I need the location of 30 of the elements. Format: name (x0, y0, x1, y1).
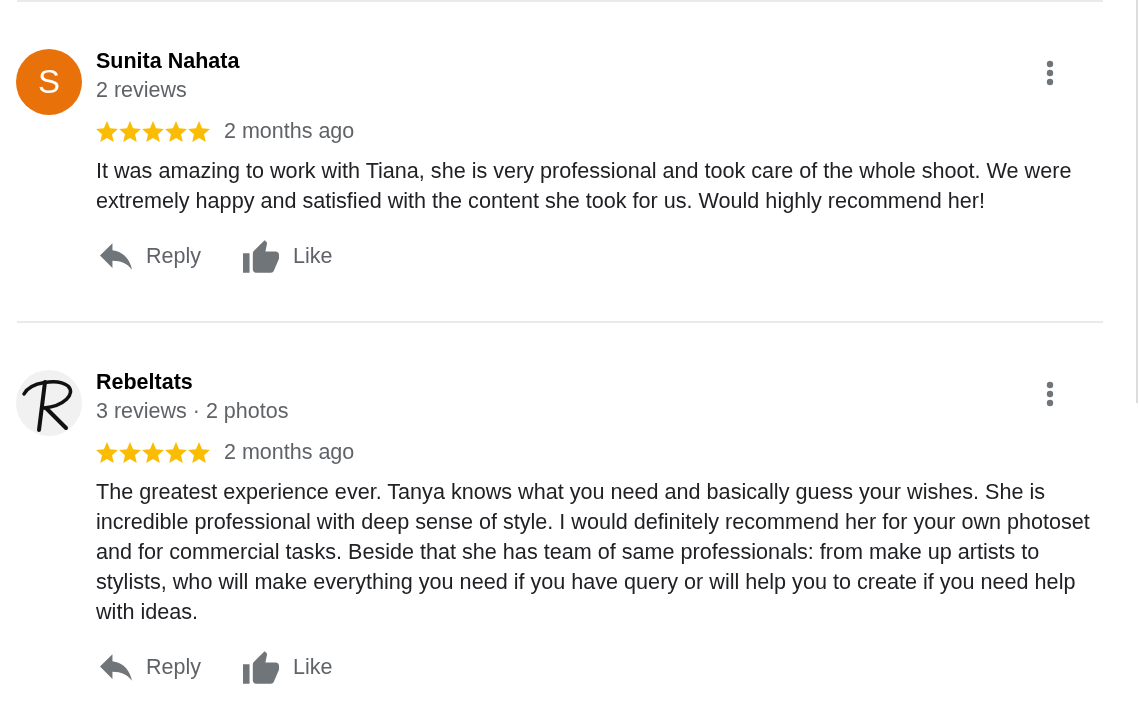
star-icon (188, 441, 210, 463)
reply-arrow-icon (100, 242, 132, 270)
review-text: The greatest experience ever. Tanya knows what you need and basically guess your wishes. She is incredible professional with deep sense of style. I would definitely recommend her for your own photoset and for commercial tasks. Beside that she has team of same professionals: from make up artists to stylists, who will make everything you need if you have query or will help you to create if you need help with ideas. (96, 478, 1091, 626)
star-icon (96, 441, 118, 463)
reply-button[interactable]: Reply (96, 236, 205, 276)
reviewer-stats: 2 reviews (96, 77, 188, 104)
reply-button[interactable]: Reply (96, 647, 205, 687)
star-icon (165, 441, 187, 463)
star-icon (188, 120, 210, 142)
review-date: 2 months ago (224, 118, 355, 144)
like-button[interactable]: Like (238, 647, 337, 687)
thumbs-up-icon (242, 239, 279, 273)
avatar-image (16, 370, 82, 436)
review-text: It was amazing to work with Tiana, she is very professional and took care of the whole shoot. We were extremely happy and satisfied with the content she took for us. Would highly recommend her! (96, 157, 1073, 215)
reviewer-stats: 3 reviews · 2 photos (96, 398, 290, 425)
star-icon (165, 120, 187, 142)
like-button[interactable]: Like (238, 236, 337, 276)
star-icon (142, 441, 164, 463)
star-icon (119, 120, 141, 142)
star-icon (142, 120, 164, 142)
avatar: S (16, 49, 82, 115)
review-date: 2 months ago (224, 439, 355, 465)
reviewer-name[interactable]: Sunita Nahata (96, 47, 355, 76)
thumbs-up-icon (242, 650, 279, 684)
reviewer-name[interactable]: Rebeltats (96, 368, 355, 397)
reply-arrow-icon (100, 653, 132, 681)
star-icon (96, 120, 118, 142)
star-icon (119, 441, 141, 463)
more-vertical-icon (1046, 381, 1054, 407)
more-vertical-icon (1046, 60, 1054, 86)
